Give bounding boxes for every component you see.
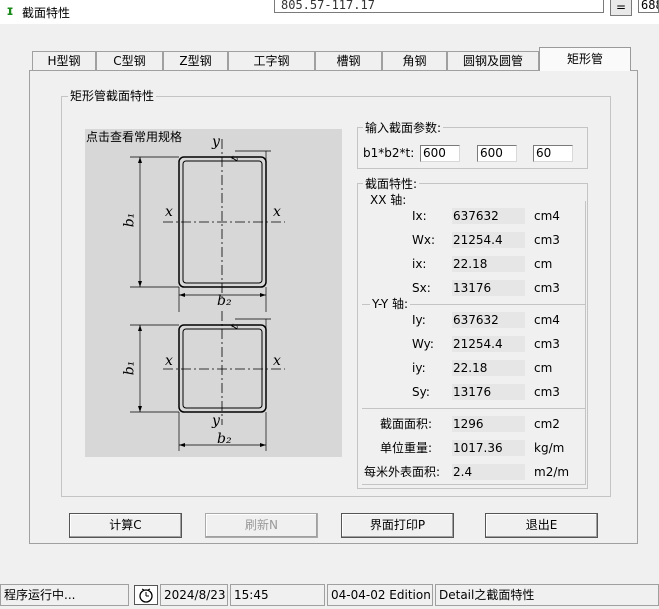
tab-i-beam[interactable]: 工字钢 — [228, 51, 315, 70]
wy-label: Wy: — [412, 337, 434, 351]
iy-value: 637632 — [452, 312, 525, 328]
wx-unit: cm3 — [534, 233, 560, 247]
area-unit: cm2 — [534, 417, 560, 431]
iy-radius-unit: cm — [534, 361, 553, 375]
sy-label: Sy: — [412, 385, 430, 399]
calculate-button[interactable]: 计算C — [69, 513, 182, 538]
status-module: Detail之截面特性 — [435, 584, 659, 606]
t-input[interactable]: 60 — [533, 145, 573, 162]
top-b1-label: b₁ — [121, 212, 138, 228]
section-diagram[interactable] — [85, 129, 342, 457]
ix-label: Ix: — [412, 209, 427, 223]
tab-c-steel[interactable]: C型钢 — [96, 51, 163, 70]
unit-weight-unit: kg/m — [534, 441, 565, 455]
calculator-expression-input[interactable]: 805.57-117.17 — [274, 0, 604, 13]
status-date: 2024/8/23 — [160, 584, 228, 606]
sy-unit: cm3 — [534, 385, 560, 399]
unit-weight-label: 单位重量: — [380, 441, 433, 455]
exit-button[interactable]: 退出E — [485, 513, 598, 538]
iy-radius-value: 22.18 — [452, 360, 525, 376]
window-title: 截面特性 — [22, 6, 71, 20]
sx-unit: cm3 — [534, 281, 560, 295]
ix-radius-label: ix: — [412, 257, 427, 271]
b1-input[interactable]: 600 — [420, 145, 460, 162]
ix-radius-value: 22.18 — [452, 256, 525, 272]
status-time: 15:45 — [230, 584, 325, 606]
iy-label: Iy: — [412, 313, 426, 327]
refresh-button[interactable]: 刷新N — [205, 513, 318, 538]
tab-angle-steel[interactable]: 角钢 — [382, 51, 447, 70]
tab-channel-steel[interactable]: 槽钢 — [315, 51, 382, 70]
tab-h-steel[interactable]: H型钢 — [32, 51, 96, 70]
area-label: 截面面积: — [380, 417, 433, 431]
section-props-title: 截面特性: — [363, 177, 420, 191]
wy-value: 21254.4 — [452, 336, 525, 352]
top-x-axis-label-left: x — [165, 204, 173, 220]
bottom-x-axis-label-left: x — [165, 353, 173, 369]
sy-value: 13176 — [452, 384, 525, 400]
unit-weight-value: 1017.36 — [452, 440, 525, 456]
surface-area-value: 2.4 — [452, 464, 525, 480]
print-button[interactable]: 界面打印P — [341, 513, 454, 538]
surface-area-unit: m2/m — [534, 465, 570, 479]
bottom-x-axis-label-right: x — [273, 353, 281, 369]
b2-input[interactable]: 600 — [477, 145, 517, 162]
ix-unit: cm4 — [534, 209, 560, 223]
xx-axis-title: XX 轴: — [368, 193, 409, 207]
calculator-equals-button[interactable]: = — [610, 0, 632, 16]
clock-icon — [134, 585, 158, 605]
sx-value: 13176 — [452, 280, 525, 296]
top-y-axis-label: y — [212, 134, 220, 150]
ix-radius-unit: cm — [534, 257, 553, 271]
wx-label: Wx: — [412, 233, 436, 247]
top-b2-label: b₂ — [217, 293, 232, 309]
wy-unit: cm3 — [534, 337, 560, 351]
surface-area-label: 每米外表面积: — [364, 465, 441, 479]
sx-label: Sx: — [412, 281, 431, 295]
diagram-title: 点击查看常用规格 — [86, 130, 183, 144]
bottom-b2-label: b₂ — [217, 431, 232, 447]
bottom-b1-label: b₁ — [121, 360, 138, 376]
tab-round-steel[interactable]: 圆钢及圆管 — [447, 51, 539, 70]
input-params-title: 输入截面参数: — [363, 121, 444, 135]
yy-axis-title: Y-Y 轴: — [370, 297, 411, 311]
iy-unit: cm4 — [534, 313, 560, 327]
calculator-result-field[interactable]: 688 — [638, 0, 659, 13]
tab-z-steel[interactable]: Z型钢 — [163, 51, 228, 70]
app-icon: ɪ — [6, 4, 14, 19]
top-x-axis-label-right: x — [273, 204, 281, 220]
ix-value: 637632 — [452, 208, 525, 224]
iy-radius-label: iy: — [412, 361, 426, 375]
status-edition: 04-04-02 Edition — [327, 584, 433, 606]
status-text: 程序运行中... — [0, 584, 129, 606]
area-value: 1296 — [452, 416, 525, 432]
params-label: b1*b2*t: — [363, 146, 415, 160]
tab-rect-tube[interactable]: 矩形管 — [539, 47, 631, 71]
wx-value: 21254.4 — [452, 232, 525, 248]
bottom-y-axis-label: y — [212, 413, 220, 429]
rect-tube-group-title: 矩形管截面特性 — [68, 89, 157, 103]
